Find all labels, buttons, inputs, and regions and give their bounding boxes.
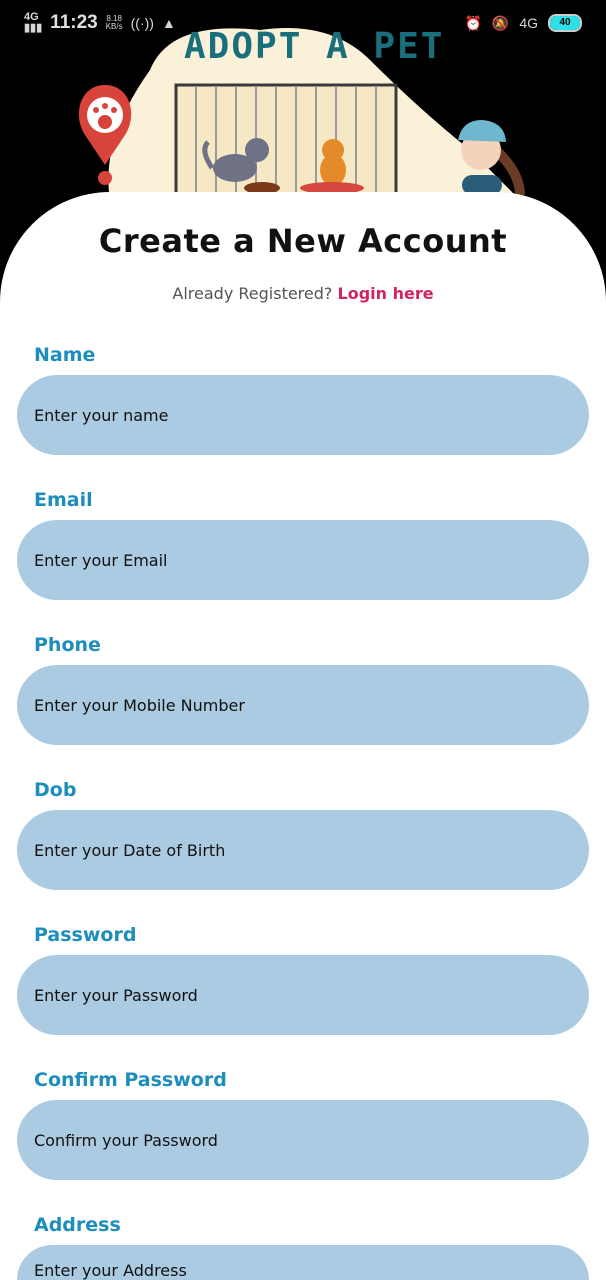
dob-label: Dob (34, 779, 77, 801)
already-registered-text: Already Registered? (172, 284, 333, 303)
name-label: Name (34, 344, 96, 366)
page-title: Create a New Account (98, 222, 508, 260)
confirm-password-input[interactable]: Confirm your Password (17, 1100, 589, 1180)
dob-input[interactable]: Enter your Date of Birth (17, 810, 589, 890)
login-here-link[interactable]: Login here (338, 284, 434, 303)
password-input[interactable]: Enter your Password (17, 955, 589, 1035)
battery-level: 40 (559, 17, 571, 28)
email-input[interactable]: Enter your Email (17, 520, 589, 600)
hotspot-icon: ((·)) (130, 15, 154, 31)
battery-icon: 40 (548, 14, 582, 32)
alarm-icon: ⏰ (464, 14, 482, 31)
network-indicator-right: 4G (519, 15, 538, 31)
clock: 11:23 (50, 12, 98, 33)
net-speed: 8.18 KB/s (105, 14, 123, 31)
network-indicator-left: 4G ▮▮▮ (24, 11, 43, 34)
registration-card: Create a New Account Already Registered?… (0, 192, 606, 1280)
name-input[interactable]: Enter your name (17, 375, 589, 455)
cat-orange-illustration (320, 139, 346, 186)
silent-bell-icon: 🔕 (491, 14, 510, 31)
password-label: Password (34, 924, 137, 946)
address-label: Address (34, 1214, 121, 1236)
already-registered-line: Already Registered? Login here (0, 284, 606, 303)
email-label: Email (34, 489, 93, 511)
phone-input[interactable]: Enter your Mobile Number (17, 665, 589, 745)
person-illustration (458, 120, 525, 196)
app-notification-icon: ▲ (161, 15, 176, 31)
phone-label: Phone (34, 634, 101, 656)
confirm-password-label: Confirm Password (34, 1069, 227, 1091)
signal-bars-icon: ▮▮▮ (24, 22, 43, 34)
status-bar: 4G ▮▮▮ 11:23 8.18 KB/s ((·)) ▲ ⏰ 🔕 4G 40 (0, 0, 606, 56)
address-input[interactable]: Enter your Address (17, 1245, 589, 1280)
